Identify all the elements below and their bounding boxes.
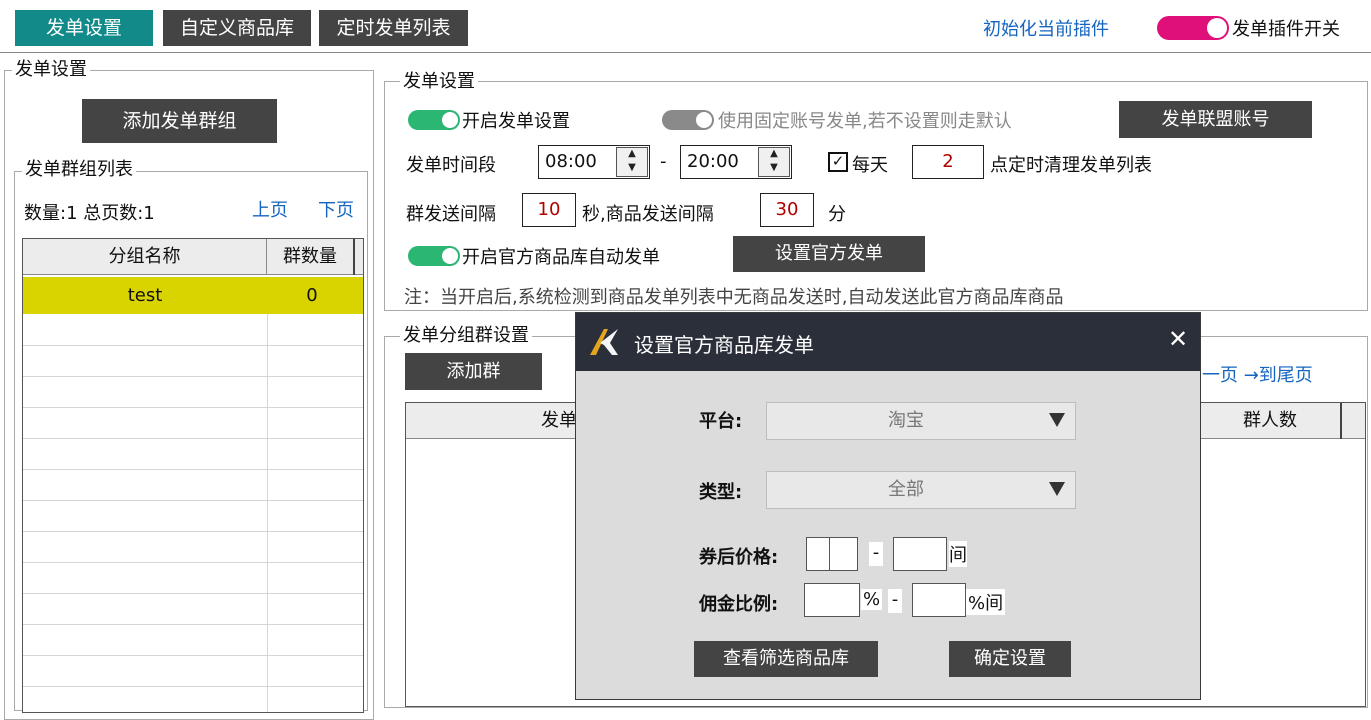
- type-value: 全部: [888, 479, 924, 500]
- row-divider: [23, 531, 363, 532]
- price-dash: -: [869, 542, 883, 566]
- commission-label: 佣金比例:: [699, 594, 779, 615]
- type-label: 类型:: [699, 482, 743, 503]
- top-divider: [0, 52, 1371, 53]
- spin-up-icon: ▲: [770, 148, 778, 159]
- row-divider: [23, 500, 363, 501]
- official-library-label: 开启官方商品库自动发单: [462, 247, 660, 268]
- goods-interval-input[interactable]: 30: [760, 193, 814, 227]
- type-select[interactable]: 全部: [766, 471, 1076, 509]
- chevron-down-icon: [1049, 413, 1065, 427]
- group-interval-input[interactable]: 10: [522, 193, 576, 227]
- end-time-value: 20:00: [687, 151, 739, 172]
- plugin-switch-knob: [1207, 18, 1227, 38]
- page-links[interactable]: 一页 →到尾页: [1202, 361, 1313, 387]
- commission-percent: %: [861, 589, 883, 610]
- platform-label: 平台:: [699, 411, 743, 432]
- commission-max-input[interactable]: [912, 583, 966, 617]
- next-page-link[interactable]: 下页: [318, 196, 354, 222]
- row-divider: [23, 562, 363, 563]
- column-header-group-name[interactable]: 分组名称: [23, 239, 267, 275]
- column-header-members[interactable]: 群人数: [1200, 403, 1342, 439]
- commission-dash: -: [888, 589, 902, 613]
- enable-send-label: 开启发单设置: [462, 111, 570, 132]
- column-header-group-count[interactable]: 群数量: [267, 239, 355, 275]
- tab-settings[interactable]: 发单设置: [15, 10, 153, 46]
- row-divider: [23, 376, 363, 377]
- table-row[interactable]: test 0: [23, 277, 363, 314]
- tab-custom-library[interactable]: 自定义商品库: [163, 10, 311, 46]
- column-header-send[interactable]: 发单: [541, 403, 577, 439]
- row-divider: [23, 624, 363, 625]
- tab-timed-list[interactable]: 定时发单列表: [319, 10, 468, 46]
- group-table: 分组名称 群数量 test 0: [22, 238, 364, 713]
- set-official-send-button[interactable]: 设置官方发单: [733, 236, 925, 272]
- price-between: 间: [949, 541, 967, 567]
- official-note: 注：当开启后,系统检测到商品发单列表中无商品发送时,自动发送此官方商品库商品: [404, 287, 1064, 308]
- fixed-account-label: 使用固定账号发单,若不设置则走默认: [718, 111, 1012, 132]
- commission-min-input[interactable]: [804, 583, 860, 617]
- check-icon: ✓: [831, 152, 845, 170]
- start-time-value: 08:00: [545, 151, 597, 172]
- left-settings-title: 发单设置: [12, 59, 90, 81]
- input-divider: [829, 538, 830, 570]
- close-icon[interactable]: ✕: [1168, 325, 1188, 353]
- prev-page-link[interactable]: 上页: [252, 196, 288, 222]
- row-group-count: 0: [306, 285, 318, 306]
- group-interval-label: 群发送间隔: [406, 204, 496, 225]
- group-table-header: 分组名称 群数量: [23, 239, 363, 275]
- chevron-down-icon: [1049, 482, 1065, 496]
- group-count-text: 数量:1 总页数:1: [24, 203, 155, 224]
- row-divider: [23, 686, 363, 687]
- view-filtered-library-button[interactable]: 查看筛选商品库: [694, 641, 878, 677]
- fixed-account-toggle[interactable]: [662, 110, 714, 130]
- enable-send-toggle[interactable]: [408, 110, 460, 130]
- official-library-toggle-knob: [442, 248, 458, 264]
- group-list-title: 发单群组列表: [22, 159, 136, 181]
- official-library-toggle[interactable]: [408, 246, 460, 266]
- row-divider: [23, 407, 363, 408]
- enable-send-toggle-knob: [442, 112, 458, 128]
- spin-up-icon: ▲: [628, 148, 636, 159]
- row-divider: [23, 655, 363, 656]
- clear-list-label: 点定时清理发单列表: [990, 155, 1152, 176]
- platform-value: 淘宝: [888, 410, 924, 431]
- group-settings-title: 发单分组群设置: [400, 325, 532, 347]
- row-divider: [23, 469, 363, 470]
- add-send-group-button[interactable]: 添加发单群组: [82, 99, 277, 143]
- init-plugin-link[interactable]: 初始化当前插件: [983, 15, 1109, 41]
- price-max-input[interactable]: [893, 537, 947, 571]
- dialog-title: 设置官方商品库发单: [634, 333, 814, 357]
- row-divider: [23, 345, 363, 346]
- daily-label: 每天: [852, 155, 888, 176]
- price-min-input[interactable]: [806, 537, 858, 571]
- row-divider: [23, 593, 363, 594]
- spin-down-icon: ▼: [770, 162, 778, 173]
- confirm-settings-button[interactable]: 确定设置: [949, 641, 1071, 677]
- table-column-divider: [267, 314, 268, 712]
- official-send-dialog: 设置官方商品库发单 ✕ 平台: 淘宝 类型: 全部 券后价格: - 间 佣金比例…: [575, 312, 1201, 700]
- time-dash: -: [660, 151, 667, 172]
- app-logo-icon: [590, 329, 618, 355]
- goods-interval-label: 秒,商品发送间隔: [582, 204, 714, 225]
- row-divider: [23, 438, 363, 439]
- dialog-title-bar: 设置官方商品库发单 ✕: [576, 313, 1200, 371]
- fixed-account-toggle-knob: [696, 112, 712, 128]
- spin-down-icon: ▼: [628, 162, 636, 173]
- minute-label: 分: [828, 204, 846, 225]
- add-group-button[interactable]: 添加群: [405, 353, 542, 390]
- row-group-name: test: [127, 285, 163, 306]
- price-label: 券后价格:: [699, 547, 779, 568]
- commission-percent-between: %间: [966, 589, 1006, 615]
- plugin-switch-label: 发单插件开关: [1232, 19, 1340, 40]
- alliance-account-button[interactable]: 发单联盟账号: [1119, 101, 1312, 138]
- right-settings-title: 发单设置: [400, 71, 478, 93]
- clear-hour-input[interactable]: 2: [912, 145, 984, 179]
- start-time-spinner[interactable]: ▲ ▼: [616, 147, 648, 177]
- daily-checkbox[interactable]: ✓: [828, 152, 848, 172]
- time-range-label: 发单时间段: [406, 155, 496, 176]
- end-time-spinner[interactable]: ▲ ▼: [758, 147, 790, 177]
- plugin-switch[interactable]: [1157, 16, 1229, 40]
- platform-select[interactable]: 淘宝: [766, 402, 1076, 440]
